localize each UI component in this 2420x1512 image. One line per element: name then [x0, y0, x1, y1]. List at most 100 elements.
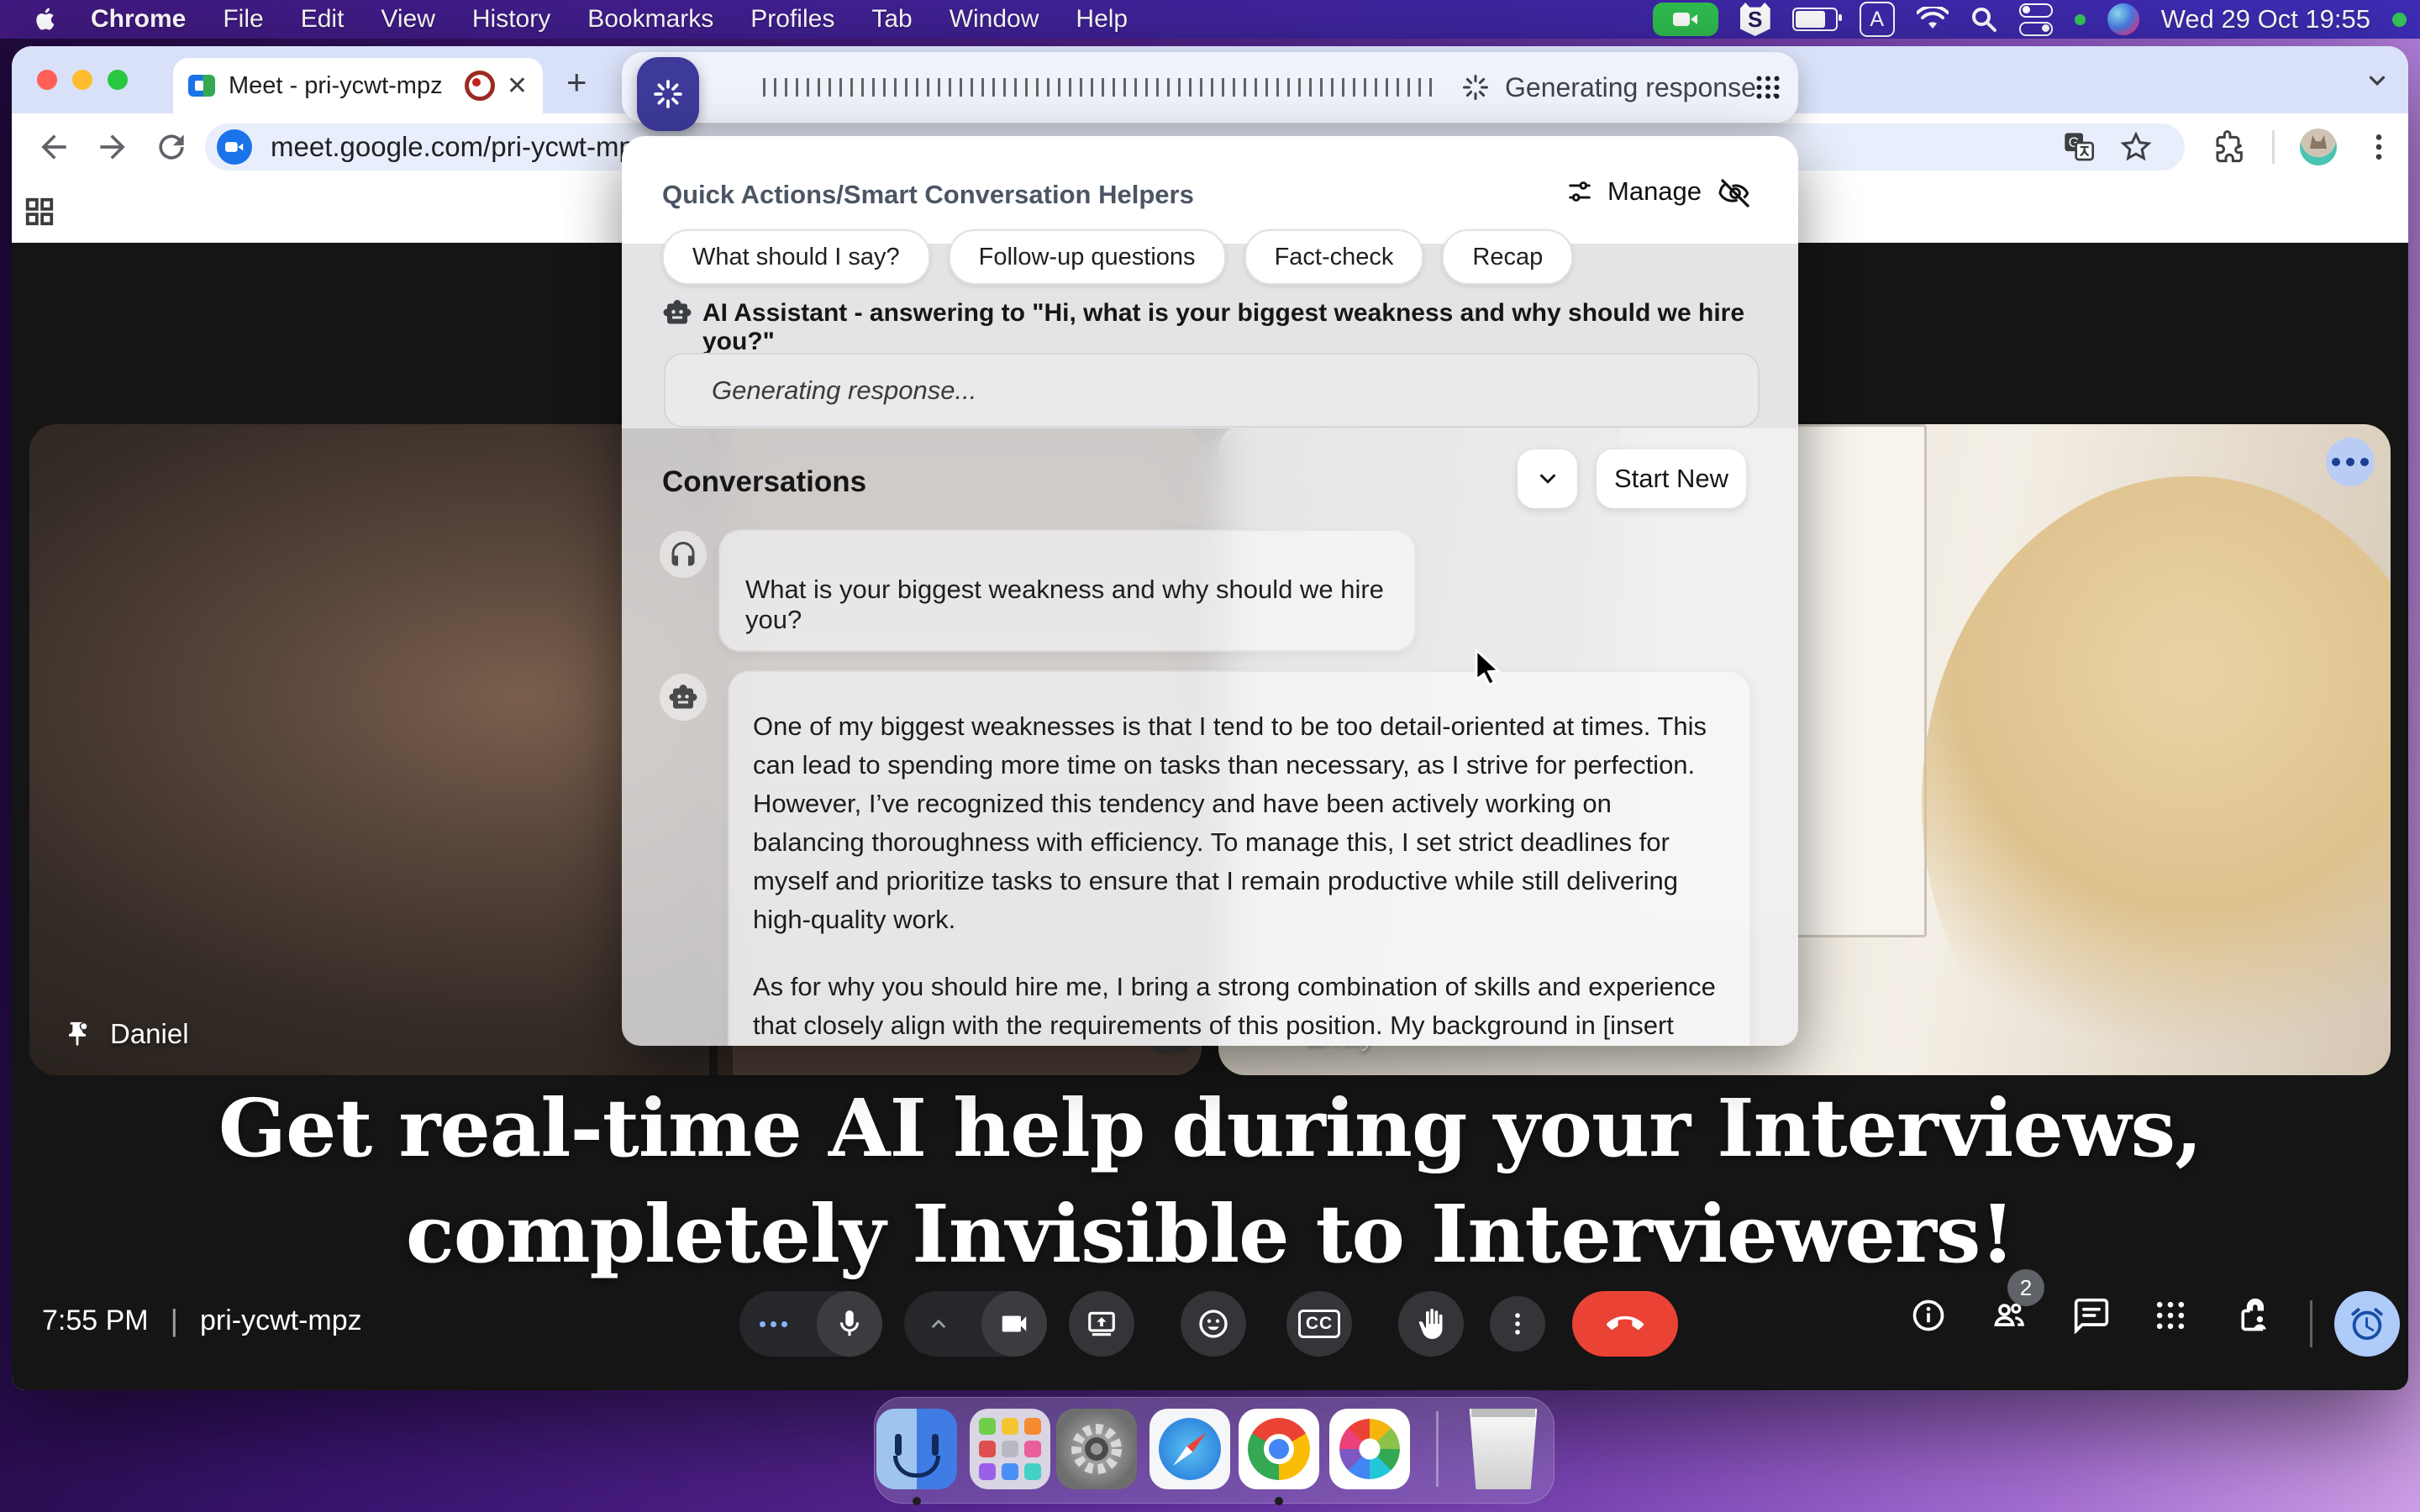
extensions-icon[interactable] — [2213, 130, 2247, 164]
zoom-window-button[interactable] — [108, 70, 128, 90]
assistant-body: Quick Actions/Smart Conversation Helpers… — [622, 136, 1798, 1046]
action-recap[interactable]: Recap — [1442, 229, 1573, 285]
camera-options-icon[interactable] — [928, 1313, 950, 1335]
generating-response-box: Generating response... — [664, 353, 1760, 428]
tab-search-chevron-icon[interactable] — [2365, 68, 2390, 93]
menu-history[interactable]: History — [472, 5, 550, 34]
collapse-conversations-button[interactable] — [1518, 449, 1577, 508]
layout-grid-icon[interactable] — [24, 196, 55, 228]
generating-text: Generating response... — [712, 375, 976, 406]
present-button[interactable] — [1069, 1291, 1134, 1357]
menu-edit[interactable]: Edit — [301, 5, 345, 34]
timer-button[interactable] — [2334, 1291, 2400, 1357]
hide-panel-icon[interactable] — [1718, 176, 1752, 210]
browser-tab[interactable]: Meet - pri-ycwt-mpz ✕ — [173, 58, 543, 113]
dock-photos-icon[interactable] — [1329, 1409, 1410, 1489]
url-text[interactable]: meet.google.com/pri-ycwt-mpz — [271, 131, 648, 163]
controls-divider — [2310, 1300, 2312, 1347]
menu-view[interactable]: View — [381, 5, 434, 34]
meeting-details-button[interactable] — [1910, 1297, 1947, 1334]
assistant-logo[interactable] — [637, 57, 699, 131]
answer-paragraph-2: As for why you should hire me, I bring a… — [753, 968, 1721, 1046]
reactions-button[interactable] — [1181, 1291, 1246, 1357]
action-follow-up-questions[interactable]: Follow-up questions — [949, 229, 1226, 285]
stealth-app-icon[interactable]: S — [1740, 3, 1770, 36]
mouse-cursor — [1470, 648, 1506, 687]
menu-window[interactable]: Window — [950, 5, 1039, 34]
participant-name-tag: Daniel — [63, 1018, 189, 1050]
new-tab-button[interactable]: + — [566, 65, 587, 100]
toolbar-divider — [2272, 130, 2275, 164]
spotlight-search-icon[interactable] — [1970, 6, 1997, 33]
bookmark-star-icon[interactable] — [2119, 130, 2153, 164]
back-icon[interactable] — [35, 129, 72, 165]
question-bubble: What is your biggest weakness and why sh… — [718, 529, 1416, 652]
dock-finder-icon[interactable] — [876, 1409, 957, 1489]
start-new-button[interactable]: Start New — [1597, 449, 1746, 508]
captions-button[interactable]: CC — [1286, 1291, 1352, 1357]
dock-launchpad-icon[interactable] — [970, 1409, 1050, 1489]
overlay-more-icon[interactable] — [2326, 438, 2375, 486]
menu-tab[interactable]: Tab — [871, 5, 912, 34]
close-window-button[interactable] — [37, 70, 57, 90]
apple-menu-icon[interactable] — [35, 7, 57, 32]
mic-icon[interactable] — [817, 1291, 882, 1357]
minimize-window-button[interactable] — [72, 70, 92, 90]
chevron-down-icon — [1535, 466, 1560, 491]
menubar-app-name[interactable]: Chrome — [91, 5, 186, 34]
camera-icon[interactable] — [981, 1291, 1047, 1357]
close-tab-icon[interactable]: ✕ — [507, 71, 528, 101]
dock-safari-icon[interactable] — [1150, 1409, 1230, 1489]
audio-waveform — [763, 78, 1435, 97]
camera-control[interactable] — [904, 1291, 1047, 1357]
alarm-clock-icon — [2348, 1305, 2386, 1343]
control-center-icon[interactable] — [2019, 3, 2053, 36]
cc-icon: CC — [1298, 1310, 1340, 1338]
host-controls-button[interactable] — [2236, 1297, 2273, 1334]
forward-icon[interactable] — [94, 129, 131, 165]
profile-avatar[interactable] — [2300, 129, 2337, 165]
dock-settings-icon[interactable] — [1056, 1409, 1137, 1489]
mic-options-icon[interactable] — [760, 1321, 787, 1327]
promo-headline: Get real-time AI help during your Interv… — [12, 1076, 2408, 1288]
end-call-button[interactable] — [1572, 1291, 1678, 1357]
menu-file[interactable]: File — [223, 5, 263, 34]
info-divider: | — [171, 1303, 178, 1338]
finder-running-dot — [913, 1497, 921, 1505]
mic-control[interactable] — [739, 1291, 882, 1357]
menu-profiles[interactable]: Profiles — [750, 5, 834, 34]
conversations-title: Conversations — [662, 465, 866, 499]
activities-button[interactable] — [2152, 1297, 2189, 1334]
assistant-top-bar[interactable]: Generating response... — [622, 52, 1798, 123]
action-fact-check[interactable]: Fact-check — [1244, 229, 1424, 285]
more-vert-icon — [1503, 1310, 1532, 1338]
manage-label: Manage — [1607, 176, 1702, 207]
site-camera-icon[interactable] — [217, 129, 252, 165]
more-options-button[interactable] — [1490, 1296, 1545, 1352]
meeting-info: 7:55 PM | pri-ycwt-mpz — [42, 1303, 362, 1338]
translate-icon[interactable]: G — [2062, 130, 2096, 164]
chat-button[interactable] — [2073, 1297, 2110, 1334]
siri-icon[interactable] — [2107, 3, 2139, 35]
spinner-icon — [651, 77, 685, 111]
start-new-label: Start New — [1614, 464, 1728, 494]
tab-title: Meet - pri-ycwt-mpz — [229, 72, 453, 100]
battery-icon[interactable] — [1792, 8, 1838, 31]
menubar-clock[interactable]: Wed 29 Oct 19:55 — [2161, 4, 2370, 34]
raise-hand-button[interactable] — [1398, 1291, 1464, 1357]
reload-icon[interactable] — [153, 129, 190, 165]
dock-chrome-icon[interactable] — [1239, 1409, 1319, 1489]
action-what-should-i-say[interactable]: What should I say? — [662, 229, 930, 285]
camera-active-icon[interactable] — [1653, 3, 1718, 36]
dock-trash-icon[interactable] — [1463, 1409, 1544, 1489]
question-text: What is your biggest weakness and why sh… — [745, 575, 1414, 635]
menu-help[interactable]: Help — [1076, 5, 1128, 34]
manage-button[interactable]: Manage — [1565, 176, 1702, 207]
panel-apps-icon[interactable] — [1753, 72, 1783, 102]
wifi-icon[interactable] — [1917, 7, 1949, 32]
chrome-menu-icon[interactable] — [2362, 130, 2396, 164]
menu-bookmarks[interactable]: Bookmarks — [587, 5, 713, 34]
headline-line-2: completely Invisible to Interviewers! — [12, 1182, 2408, 1288]
input-source-icon[interactable]: A — [1860, 2, 1895, 37]
chrome-running-dot — [1275, 1497, 1283, 1505]
